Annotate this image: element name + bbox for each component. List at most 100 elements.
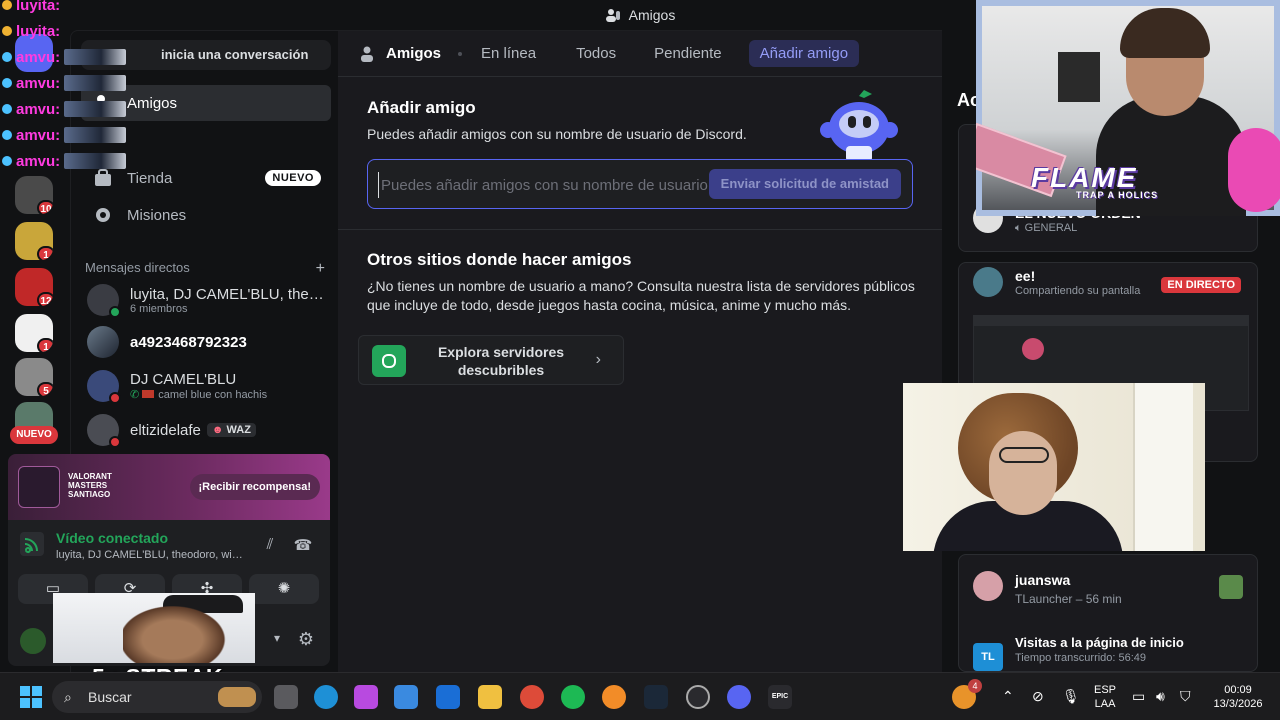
clock-time: 00:09 <box>1224 684 1252 696</box>
edge-icon[interactable] <box>314 685 338 709</box>
start-button[interactable] <box>20 686 42 708</box>
nav-shop-label: Tienda <box>127 169 173 187</box>
new-badge: NUEVO <box>10 426 58 444</box>
taskbar-search[interactable]: ⌕ Buscar <box>52 681 262 713</box>
chrome-icon[interactable] <box>520 685 544 709</box>
user-avatar <box>973 571 1003 601</box>
app-icon: TL <box>973 643 1003 671</box>
soundboard-button[interactable]: ✺ <box>249 574 319 604</box>
microphone-icon[interactable]: 🎙︎ <box>1062 688 1080 705</box>
flag-icon <box>142 390 155 398</box>
outlook-icon[interactable] <box>436 685 460 709</box>
display-icon[interactable]: ▭ <box>1132 688 1145 705</box>
add-friend-title: Añadir amigo <box>367 98 476 117</box>
status-indicator <box>109 436 121 448</box>
add-friend-form: Enviar solicitud de amistad <box>367 159 913 209</box>
dm-item[interactable]: luyita, DJ CAMEL'BLU, theodoro, wis...6 … <box>81 279 331 321</box>
unread-badge: 5 <box>37 382 53 396</box>
store-icon[interactable] <box>394 685 418 709</box>
avatar <box>87 284 121 318</box>
dm-item[interactable]: DJ CAMEL'BLU ✆ camel blue con hachis <box>81 365 331 407</box>
clock[interactable]: 00:09 13/3/2026 <box>1208 683 1268 711</box>
tab-online[interactable]: En línea <box>470 40 547 67</box>
nav-quests[interactable]: Misiones <box>81 197 331 233</box>
copilot-icon[interactable] <box>354 685 378 709</box>
soundboard-icon: ✺ <box>277 580 291 597</box>
activity-card[interactable]: juanswa TLauncher – 56 min TL Visitas a … <box>958 554 1258 672</box>
chevron-right-icon: › <box>595 351 601 368</box>
explore-servers-button[interactable]: Explora servidores descubribles › <box>358 335 624 385</box>
username-input[interactable] <box>378 172 714 198</box>
chat-line: amvu: <box>2 98 127 120</box>
epic-games-icon[interactable]: EPIC <box>768 685 792 709</box>
add-dm-button[interactable]: + <box>316 260 325 278</box>
chat-line: amvu: <box>2 124 127 146</box>
activity-title: ee! <box>1015 268 1036 284</box>
tab-add-friend[interactable]: Añadir amigo <box>748 40 860 67</box>
settings-gear-icon[interactable]: ⚙ <box>298 629 314 650</box>
server-icon[interactable]: 12 <box>15 268 53 306</box>
file-explorer-icon[interactable] <box>478 685 502 709</box>
compass-icon <box>372 345 406 377</box>
game-thumbnail <box>1219 575 1243 599</box>
dm-item[interactable]: eltizidelafe ☻ WAZ <box>81 409 331 451</box>
shield-icon[interactable]: ⛉ <box>1180 688 1191 705</box>
windows-taskbar: ⌕ Buscar EPIC 4 ⌃ ⊘ 🎙︎ ESP LAA ▭ 🔊︎ ⛉ 00:… <box>0 672 1280 720</box>
chevron-up-icon[interactable]: ⌃ <box>1002 688 1014 705</box>
language-indicator[interactable]: ESP LAA <box>1094 683 1116 711</box>
dm-name: a4923468792323 <box>130 333 247 351</box>
dm-item[interactable]: a4923468792323 <box>81 321 331 363</box>
unread-badge: 1 <box>37 338 53 352</box>
friends-icon <box>605 9 620 22</box>
window-title: Amigos <box>628 7 676 23</box>
other-places-description: ¿No tienes un nombre de usuario a mano? … <box>367 278 915 313</box>
activity-subtitle-row: 🔈︎ GENERAL <box>1015 222 1077 235</box>
quests-icon <box>96 208 110 222</box>
steam-icon[interactable] <box>644 685 668 709</box>
voice-status: Vídeo conectado <box>56 530 169 546</box>
friends-icon <box>361 46 373 62</box>
spotify-icon[interactable] <box>561 685 585 709</box>
server-icon[interactable]: 5 <box>15 358 53 396</box>
avatar <box>87 414 121 448</box>
status-indicator <box>109 306 121 318</box>
live-badge: EN DIRECTO <box>1161 277 1241 293</box>
send-friend-request-button[interactable]: Enviar solicitud de amistad <box>708 169 901 199</box>
nav-quests-label: Misiones <box>127 206 187 224</box>
disconnect-icon[interactable]: ☎ <box>293 536 313 554</box>
network-off-icon[interactable]: ⊘ <box>1032 688 1044 705</box>
notification-app-icon[interactable]: 4 <box>952 679 982 709</box>
signal-icon <box>20 532 44 556</box>
user-avatar <box>973 267 1003 297</box>
obs-icon[interactable] <box>686 685 710 709</box>
wumpus-mascot-icon <box>820 90 898 162</box>
task-view-icon[interactable] <box>274 685 298 709</box>
search-highlight-icon <box>218 687 256 707</box>
noise-suppression-icon[interactable]: ⫽ <box>260 536 280 554</box>
server-icon[interactable] <box>15 402 53 428</box>
unread-badge: 12 <box>37 292 53 306</box>
skull-icon: ☻ <box>211 423 227 436</box>
valorant-promo: VALORANT MASTERS SANTIAGO ¡Recibir recom… <box>8 454 330 520</box>
explore-servers-label: Explora servidores descubribles <box>437 344 565 378</box>
dm-name: luyita, DJ CAMEL'BLU, theodoro, wis... <box>130 285 330 303</box>
claim-reward-button[interactable]: ¡Recibir recompensa! <box>189 474 320 500</box>
activity-subtitle: Tiempo transcurrido: 56:49 <box>1015 652 1147 664</box>
tab-pending[interactable]: Pendiente <box>643 40 733 67</box>
server-icon[interactable]: 10 <box>15 176 53 214</box>
tab-all[interactable]: Todos <box>565 40 627 67</box>
server-icon[interactable]: 1 <box>15 222 53 260</box>
activity-title: Visitas a la página de inicio <box>1015 635 1184 650</box>
volume-icon[interactable]: 🔊︎ <box>1156 688 1165 705</box>
server-icon[interactable]: 1 <box>15 314 53 352</box>
chat-line: amvu: <box>2 150 127 172</box>
cloud-icon[interactable] <box>602 685 626 709</box>
chevron-down-icon[interactable]: ▾ <box>274 631 280 645</box>
clan-tag-label: WAZ <box>226 423 251 436</box>
discord-icon[interactable] <box>727 685 751 709</box>
flame-overlay-subtitle: TRAP A HOLICS <box>1076 190 1159 200</box>
promo-title: VALORANT MASTERS SANTIAGO <box>68 472 112 499</box>
dm-header: Mensajes directos + <box>85 260 325 278</box>
user-avatar[interactable] <box>18 626 48 656</box>
chat-line: luyita: <box>2 20 60 42</box>
